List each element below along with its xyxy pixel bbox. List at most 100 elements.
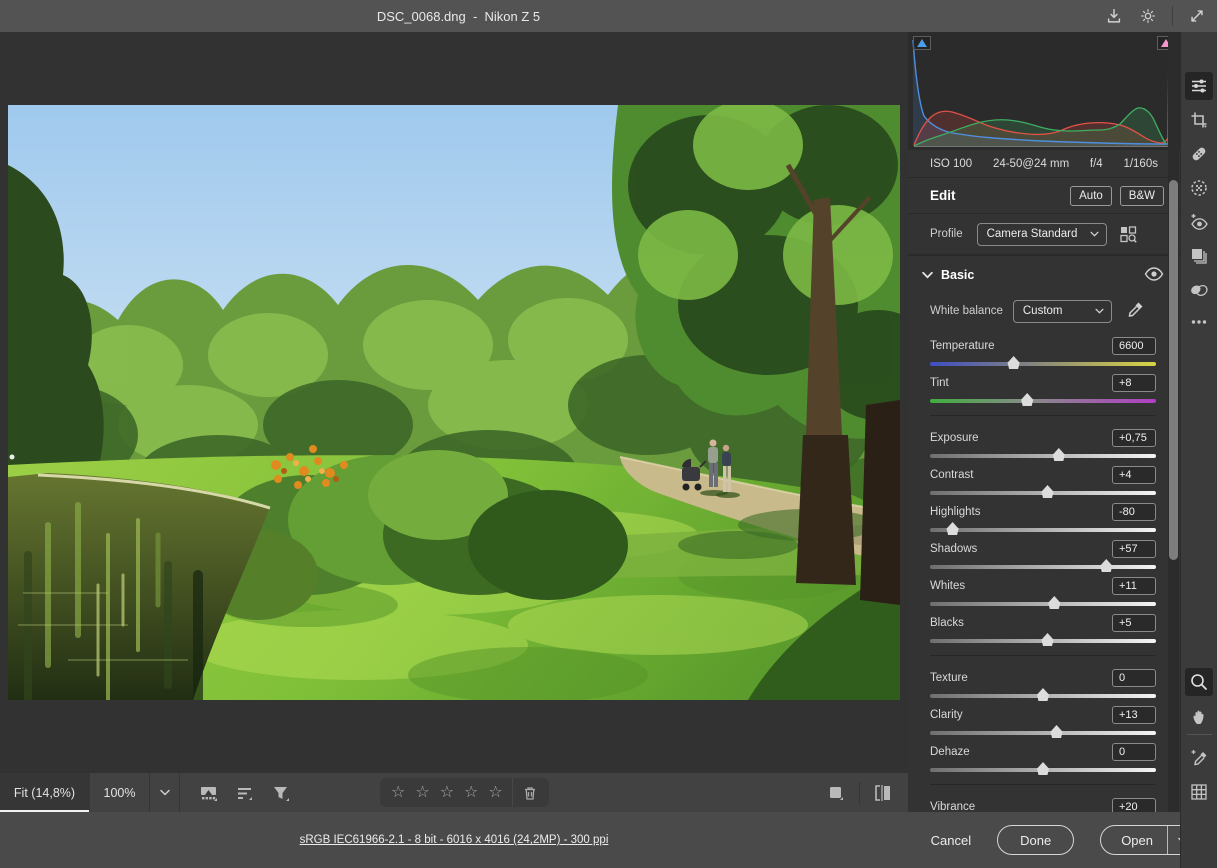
workflow-options-link[interactable]: sRGB IEC61966-2.1 - 8 bit - 6016 x 4016 …: [300, 834, 609, 846]
slider-label: Vibrance: [930, 801, 975, 812]
slider-thumb[interactable]: [1035, 762, 1051, 775]
cancel-button[interactable]: Cancel: [931, 833, 971, 848]
slider-track[interactable]: [930, 358, 1156, 370]
slider-label: Texture: [930, 672, 968, 684]
zoom-100-tab[interactable]: 100%: [90, 773, 150, 812]
panel-scrollbar-thumb[interactable]: [1169, 180, 1178, 560]
save-image-icon[interactable]: [1104, 6, 1124, 26]
star-2[interactable]: ☆: [410, 785, 434, 801]
before-after-icon[interactable]: [872, 782, 894, 804]
basic-section-header[interactable]: Basic: [908, 256, 1180, 294]
fullscreen-icon[interactable]: [1187, 6, 1207, 26]
slider-value-box[interactable]: +11: [1112, 577, 1156, 595]
preview-toggle-icon[interactable]: [825, 782, 847, 804]
bottom-toolbar: Fit (14,8%) 100%: [0, 773, 908, 812]
titlebar: DSC_0068.dng - Nikon Z 5: [0, 0, 1217, 32]
edit-header: Edit Auto B&W: [908, 178, 1180, 214]
grid-overlay-icon[interactable]: [1185, 778, 1213, 806]
tab-healing[interactable]: [1185, 140, 1213, 168]
slider-track[interactable]: [930, 450, 1156, 462]
bw-button[interactable]: B&W: [1120, 186, 1164, 206]
slider-track[interactable]: [930, 561, 1156, 573]
slider-thumb[interactable]: [1098, 559, 1114, 572]
slider-thumb[interactable]: [1049, 725, 1065, 738]
white-balance-value: Custom: [1023, 305, 1063, 317]
slider-value-box[interactable]: 0: [1112, 669, 1156, 687]
slider-value-box[interactable]: +5: [1112, 614, 1156, 632]
slider-track[interactable]: [930, 487, 1156, 499]
slider-thumb[interactable]: [1040, 485, 1056, 498]
slider-track[interactable]: [930, 598, 1156, 610]
white-balance-eyedropper-icon[interactable]: [1126, 301, 1146, 321]
slider-label: Contrast: [930, 469, 973, 481]
slider-value-box[interactable]: +13: [1112, 706, 1156, 724]
slider-value-box[interactable]: +4: [1112, 466, 1156, 484]
profile-dropdown[interactable]: Camera Standard: [977, 223, 1107, 246]
titlebar-divider: [1172, 6, 1173, 26]
filmstrip-icon[interactable]: [198, 782, 220, 804]
slider-thumb[interactable]: [1051, 448, 1067, 461]
profile-label: Profile: [930, 228, 963, 240]
sort-order-icon[interactable]: [234, 782, 256, 804]
shadow-clipping-indicator[interactable]: [913, 36, 931, 50]
tab-edit[interactable]: [1185, 72, 1213, 100]
image-canvas[interactable]: [0, 32, 908, 773]
preview-divider: [859, 782, 860, 804]
zoom-level-dropdown[interactable]: [150, 773, 180, 812]
white-balance-dropdown[interactable]: Custom: [1013, 300, 1112, 323]
delete-icon[interactable]: [517, 782, 543, 804]
slider-value-box[interactable]: 0: [1112, 743, 1156, 761]
open-button[interactable]: Open: [1101, 833, 1167, 848]
slider-track[interactable]: [930, 395, 1156, 407]
slider-value-box[interactable]: -80: [1112, 503, 1156, 521]
tab-masking[interactable]: [1185, 174, 1213, 202]
slider-value-box[interactable]: 6600: [1112, 337, 1156, 355]
profile-browser-icon[interactable]: [1119, 224, 1139, 244]
exif-iso: ISO 100: [930, 158, 972, 170]
slider-label: Tint: [930, 377, 949, 389]
action-buttons: Cancel Done Open: [931, 812, 1199, 868]
settings-gear-icon[interactable]: [1138, 6, 1158, 26]
slider-thumb[interactable]: [1019, 393, 1035, 406]
color-sampler-icon[interactable]: [1185, 744, 1213, 772]
slider-value-box[interactable]: +20: [1112, 798, 1156, 812]
slider-value-box[interactable]: +8: [1112, 374, 1156, 392]
tool-strip-divider: [1187, 734, 1212, 735]
slider-track[interactable]: [930, 524, 1156, 536]
exif-shutter: 1/160s: [1123, 158, 1158, 170]
star-5[interactable]: ☆: [483, 785, 507, 801]
slider-thumb[interactable]: [1040, 633, 1056, 646]
zoom-fit-tab[interactable]: Fit (14,8%): [0, 773, 90, 812]
slider-whites: Whites +11: [930, 576, 1156, 610]
slider-thumb[interactable]: [945, 522, 961, 535]
tool-hand[interactable]: [1185, 702, 1213, 730]
slider-track[interactable]: [930, 764, 1156, 776]
histogram[interactable]: [908, 32, 1180, 150]
slider-value-box[interactable]: +57: [1112, 540, 1156, 558]
auto-button[interactable]: Auto: [1070, 186, 1112, 206]
slider-value-box[interactable]: +0,75: [1112, 429, 1156, 447]
slider-exposure: Exposure +0,75: [930, 428, 1156, 462]
slider-track[interactable]: [930, 727, 1156, 739]
tab-snapshots[interactable]: [1185, 276, 1213, 304]
tab-presets[interactable]: [1185, 242, 1213, 270]
slider-thumb[interactable]: [1006, 356, 1022, 369]
tab-crop[interactable]: [1185, 106, 1213, 134]
done-button[interactable]: Done: [997, 825, 1074, 855]
basic-visibility-eye-icon[interactable]: [1144, 267, 1164, 283]
slider-track[interactable]: [930, 690, 1156, 702]
star-3[interactable]: ☆: [435, 785, 459, 801]
white-balance-row: White balance Custom: [908, 294, 1180, 328]
star-4[interactable]: ☆: [459, 785, 483, 801]
photo-preview[interactable]: [8, 105, 900, 700]
filter-icon[interactable]: [270, 782, 292, 804]
star-1[interactable]: ☆: [386, 785, 410, 801]
slider-contrast: Contrast +4: [930, 465, 1156, 499]
slider-track[interactable]: [930, 635, 1156, 647]
slider-thumb[interactable]: [1046, 596, 1062, 609]
slider-thumb[interactable]: [1035, 688, 1051, 701]
tool-zoom[interactable]: [1185, 668, 1213, 696]
tab-redeye[interactable]: [1185, 208, 1213, 236]
more-settings-icon[interactable]: [1185, 308, 1213, 336]
filmstrip-controls: [198, 773, 292, 812]
